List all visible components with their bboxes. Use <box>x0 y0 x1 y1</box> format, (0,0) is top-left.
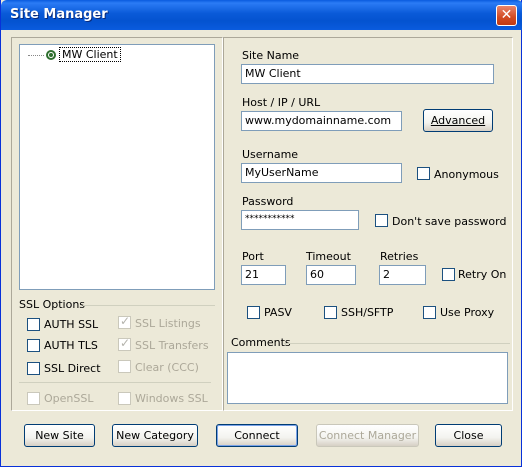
use-proxy-checkbox[interactable] <box>423 306 436 319</box>
ssl-transfers-checkbox <box>118 336 131 351</box>
site-node-icon <box>46 50 56 60</box>
port-label: Port <box>242 250 264 263</box>
use-proxy-label: Use Proxy <box>440 306 495 319</box>
auth-ssl-checkbox[interactable] <box>27 318 40 331</box>
ssl-bottom-divider <box>19 382 211 383</box>
timeout-field[interactable]: 60 <box>306 265 356 285</box>
password-label: Password <box>242 195 294 208</box>
password-field[interactable]: *********** <box>241 210 359 230</box>
comments-divider <box>284 343 510 344</box>
retries-field[interactable]: 2 <box>379 265 426 285</box>
dont-save-password-label: Don't save password <box>392 215 507 228</box>
advanced-button[interactable]: Advanced <box>423 109 493 132</box>
site-tree[interactable]: MW Client <box>19 44 215 290</box>
host-field[interactable]: www.mydomainname.com <box>241 111 402 131</box>
pasv-label: PASV <box>264 306 292 319</box>
windows-ssl-checkbox <box>118 392 131 405</box>
pasv-checkbox[interactable] <box>247 306 260 319</box>
username-field[interactable]: MyUserName <box>241 163 402 183</box>
dont-save-password-checkbox[interactable] <box>375 214 388 227</box>
clear-ccc-checkbox <box>118 360 131 373</box>
openssl-label: OpenSSL <box>44 392 94 405</box>
new-category-button[interactable]: New Category <box>112 424 198 447</box>
site-name-label: Site Name <box>242 49 300 62</box>
ssl-group-divider <box>83 305 215 306</box>
windows-ssl-label: Windows SSL <box>135 392 208 405</box>
tree-connector <box>28 55 44 56</box>
advanced-button-label: Advanced <box>430 114 486 127</box>
ssh-sftp-checkbox[interactable] <box>324 306 337 319</box>
connect-button[interactable]: Connect <box>216 424 298 447</box>
ssl-listings-checkbox <box>118 314 131 329</box>
tree-item-mw-client[interactable]: MW Client <box>59 47 121 62</box>
timeout-label: Timeout <box>306 250 351 263</box>
close-button[interactable]: Close <box>435 424 502 447</box>
ssl-direct-checkbox[interactable] <box>27 362 40 375</box>
retries-label: Retries <box>380 250 419 263</box>
comments-field[interactable] <box>227 352 508 404</box>
retry-on-checkbox[interactable] <box>442 268 455 281</box>
ssl-listings-label: SSL Listings <box>135 317 201 330</box>
auth-ssl-label: AUTH SSL <box>44 318 99 331</box>
anonymous-label: Anonymous <box>434 168 499 181</box>
connect-manager-button: Connect Manager <box>316 424 419 447</box>
clear-ccc-label: Clear (CCC) <box>135 361 199 374</box>
new-site-button[interactable]: New Site <box>24 424 95 447</box>
site-name-field[interactable]: MW Client <box>241 64 494 84</box>
ssh-sftp-label: SSH/SFTP <box>341 306 394 319</box>
auth-tls-label: AUTH TLS <box>44 339 98 352</box>
ssl-direct-label: SSL Direct <box>44 362 101 375</box>
ssl-transfers-label: SSL Transfers <box>135 339 209 352</box>
anonymous-checkbox[interactable] <box>417 167 430 180</box>
comments-label: Comments <box>231 336 291 349</box>
ssl-options-label: SSL Options <box>19 298 86 311</box>
auth-tls-checkbox[interactable] <box>27 339 40 352</box>
close-icon: ✕ <box>500 7 513 23</box>
window-title: Site Manager <box>10 7 108 22</box>
host-label: Host / IP / URL <box>242 96 321 109</box>
retry-on-label: Retry On <box>458 268 507 281</box>
title-bar[interactable]: Site Manager ✕ <box>1 0 522 30</box>
close-window-button[interactable]: ✕ <box>496 5 517 26</box>
site-manager-window: Site Manager ✕ MW Client SSL Options AUT… <box>0 0 522 467</box>
openssl-checkbox <box>27 392 40 405</box>
username-label: Username <box>242 148 299 161</box>
port-field[interactable]: 21 <box>241 265 286 285</box>
